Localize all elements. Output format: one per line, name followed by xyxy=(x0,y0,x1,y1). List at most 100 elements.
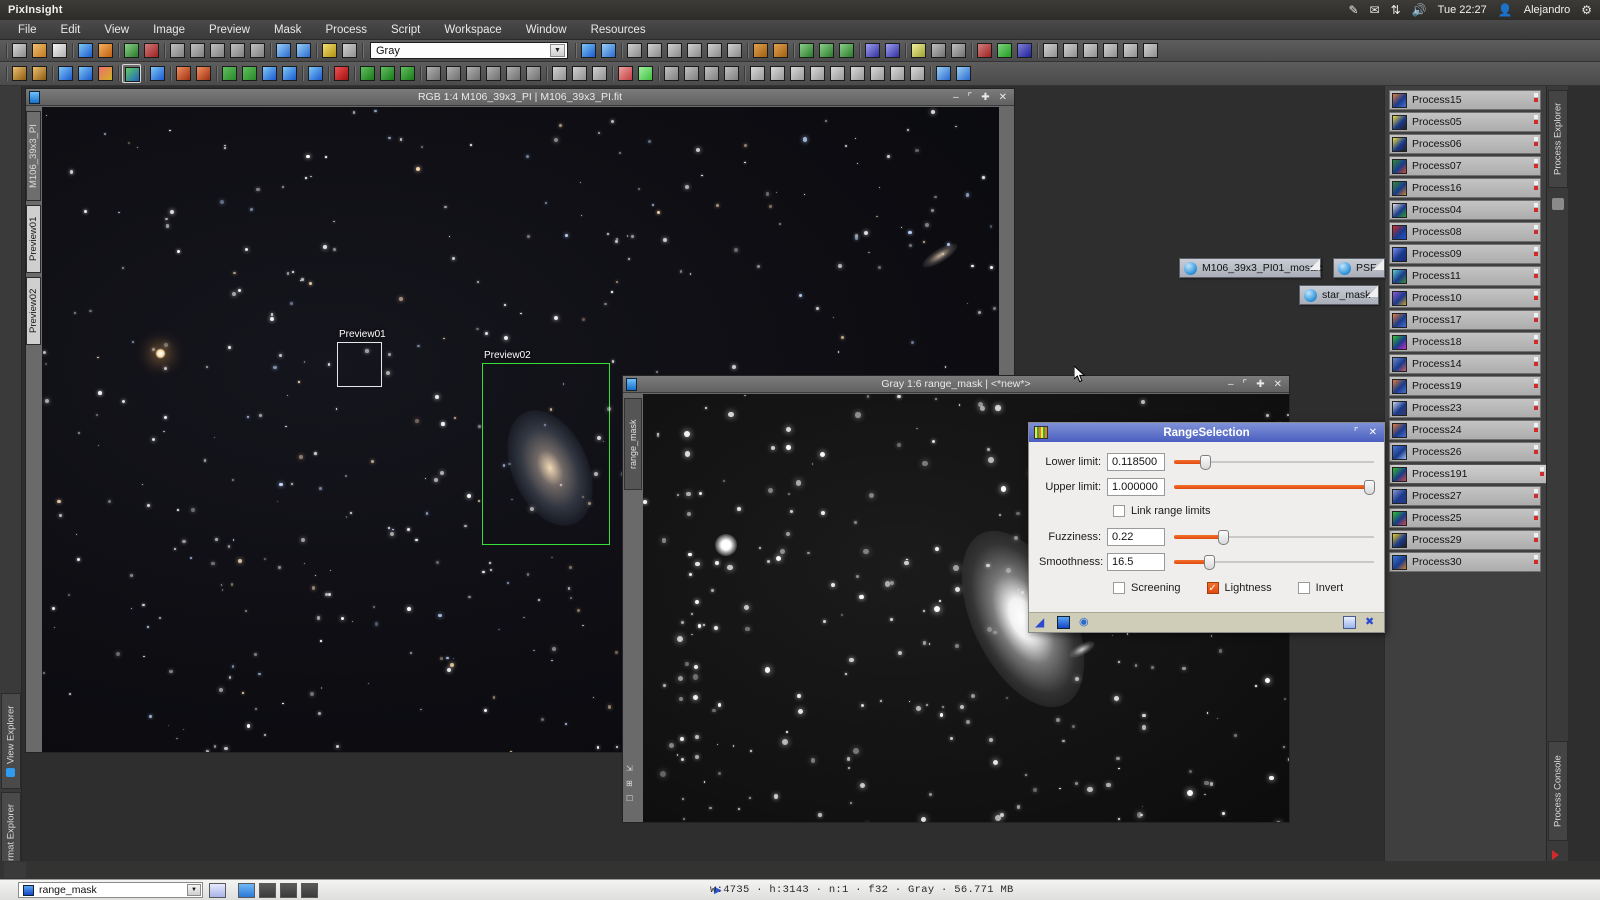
toolbar-button-t18[interactable] xyxy=(863,41,882,60)
toolbar2-button-17[interactable] xyxy=(260,64,279,83)
close-icon[interactable]: ✕ xyxy=(1274,379,1282,390)
process-item-process15[interactable]: Process15 xyxy=(1389,90,1541,110)
toolbar-button-13[interactable] xyxy=(208,41,227,60)
process-item-process17[interactable]: Process17 xyxy=(1389,310,1541,330)
process-item-process14[interactable]: Process14 xyxy=(1389,354,1541,374)
toolbar-button-t1[interactable] xyxy=(579,41,598,60)
view-icon-psf[interactable]: PSF xyxy=(1333,258,1385,278)
process-item-process30[interactable]: Process30 xyxy=(1389,552,1541,572)
close-icon[interactable]: ✕ xyxy=(1369,427,1377,438)
minimize-icon[interactable]: – xyxy=(1228,379,1234,390)
toolbar2-button-35[interactable] xyxy=(550,64,569,83)
link-range-limits-row[interactable]: Link range limits xyxy=(1113,501,1374,521)
toolbar2-button-40[interactable] xyxy=(636,64,655,83)
toolbar-button-3[interactable] xyxy=(50,41,69,60)
maximize-icon[interactable]: ✚ xyxy=(1256,379,1264,390)
toolbar2-button-51[interactable] xyxy=(828,64,847,83)
toolbar2-button-52[interactable] xyxy=(848,64,867,83)
toolbar2-button-29[interactable] xyxy=(444,64,463,83)
left-tab-view-explorer[interactable]: View Explorer xyxy=(1,693,21,789)
chevron-down-icon[interactable]: ▼ xyxy=(187,884,201,896)
smoothness-input[interactable]: 16.5 xyxy=(1107,553,1165,571)
toolbar2-button-20[interactable] xyxy=(306,64,325,83)
process-item-process27[interactable]: Process27 xyxy=(1389,486,1541,506)
process-item-process11[interactable]: Process11 xyxy=(1389,266,1541,286)
roll-icon[interactable]: ⌜ xyxy=(1354,427,1359,438)
toolbar-button-t33[interactable] xyxy=(1121,41,1140,60)
process-item-process04[interactable]: Process04 xyxy=(1389,200,1541,220)
rgb-side-tab-preview02[interactable]: Preview02 xyxy=(26,277,41,345)
toolbar2-button-32[interactable] xyxy=(504,64,523,83)
toolbar2-button-8[interactable] xyxy=(122,64,141,83)
toolbar2-button-16[interactable] xyxy=(240,64,259,83)
toolbar-button-t6[interactable] xyxy=(665,41,684,60)
gray-side-tab-range-mask[interactable]: range_mask xyxy=(624,398,642,490)
toolbar2-button-15[interactable] xyxy=(220,64,239,83)
menu-resources[interactable]: Resources xyxy=(579,22,658,38)
toolbar-button-t19[interactable] xyxy=(883,41,902,60)
slider-knob[interactable] xyxy=(1200,455,1211,470)
zoom-fit-icon[interactable]: ⊞ xyxy=(626,779,640,788)
toolbar-button-t22[interactable] xyxy=(929,41,948,60)
process-item-process26[interactable]: Process26 xyxy=(1389,442,1541,462)
toolbar2-button-39[interactable] xyxy=(616,64,635,83)
roll-icon[interactable]: ⌜ xyxy=(968,92,973,103)
process-item-process29[interactable]: Process29 xyxy=(1389,530,1541,550)
menu-image[interactable]: Image xyxy=(141,22,197,38)
upper-limit-slider[interactable] xyxy=(1174,478,1375,496)
toolbar-button-t7[interactable] xyxy=(685,41,704,60)
slider-knob[interactable] xyxy=(1204,555,1215,570)
toolbar-button-t25[interactable] xyxy=(975,41,994,60)
channel-b-button[interactable] xyxy=(301,882,318,898)
minimize-icon[interactable]: – xyxy=(953,92,959,103)
toolbar2-button-50[interactable] xyxy=(808,64,827,83)
gray-window-titlebar[interactable]: Gray 1:6 range_mask | <*new*> – ⌜ ✚ ✕ xyxy=(623,376,1289,393)
process-item-process25[interactable]: Process25 xyxy=(1389,508,1541,528)
pixinsight-launcher-icon[interactable] xyxy=(4,862,26,878)
channel-r-button[interactable] xyxy=(259,882,276,898)
volume-icon[interactable]: 🔊 xyxy=(1412,4,1427,16)
rgb-window-titlebar[interactable]: RGB 1:4 M106_39x3_PI | M106_39x3_PI.fit … xyxy=(26,89,1014,106)
rgb-side-tab-main[interactable]: M106_39x3_PI xyxy=(26,111,41,201)
toolbar-button-5[interactable] xyxy=(76,41,95,60)
color-space-combo[interactable]: Gray ▼ xyxy=(370,42,568,59)
toolbar2-button-55[interactable] xyxy=(908,64,927,83)
menu-view[interactable]: View xyxy=(92,22,141,38)
range-selection-dialog[interactable]: RangeSelection ⌜ ✕ Lower limit: 0.118500… xyxy=(1028,422,1385,633)
process-item-process10[interactable]: Process10 xyxy=(1389,288,1541,308)
toolbar-button-9[interactable] xyxy=(142,41,161,60)
toolbar-button-6[interactable] xyxy=(96,41,115,60)
toolbar2-button-57[interactable] xyxy=(934,64,953,83)
upper-limit-input[interactable]: 1.000000 xyxy=(1107,478,1165,496)
process-item-process19[interactable]: Process19 xyxy=(1389,376,1541,396)
process-item-process191[interactable]: Process191 xyxy=(1389,464,1546,484)
channel-g-button[interactable] xyxy=(280,882,297,898)
channel-rgb-button[interactable] xyxy=(238,882,255,898)
fuzziness-slider[interactable] xyxy=(1174,528,1374,546)
toolbar-button-t11[interactable] xyxy=(751,41,770,60)
lower-limit-input[interactable]: 0.118500 xyxy=(1107,453,1165,471)
toolbar-button-t31[interactable] xyxy=(1081,41,1100,60)
toolbar-button-t27[interactable] xyxy=(1015,41,1034,60)
toolbar2-button-43[interactable] xyxy=(682,64,701,83)
toolbar2-button-53[interactable] xyxy=(868,64,887,83)
menu-edit[interactable]: Edit xyxy=(49,22,93,38)
link-range-limits-checkbox[interactable] xyxy=(1113,505,1125,517)
toolbar2-button-58[interactable] xyxy=(954,64,973,83)
toolbar2-button-18[interactable] xyxy=(280,64,299,83)
toolbar-button-t32[interactable] xyxy=(1101,41,1120,60)
toolbar2-button-5[interactable] xyxy=(76,64,95,83)
toolbar2-button-13[interactable] xyxy=(194,64,213,83)
process-item-process06[interactable]: Process06 xyxy=(1389,134,1541,154)
toolbar-button-1[interactable] xyxy=(10,41,29,60)
rgb-side-tab-preview01[interactable]: Preview01 xyxy=(26,205,41,273)
view-properties-button[interactable] xyxy=(209,882,226,898)
network-icon[interactable]: ⇅ xyxy=(1391,4,1401,16)
toolbar2-button-37[interactable] xyxy=(590,64,609,83)
preview-box-01[interactable]: Preview01 xyxy=(337,329,386,387)
toolbar2-button-12[interactable] xyxy=(174,64,193,83)
toolbar-button-t29[interactable] xyxy=(1041,41,1060,60)
notes-icon[interactable]: ✎ xyxy=(1349,4,1359,16)
view-icon-star-mask[interactable]: star_mask xyxy=(1299,285,1379,305)
toolbar-button-15[interactable] xyxy=(248,41,267,60)
